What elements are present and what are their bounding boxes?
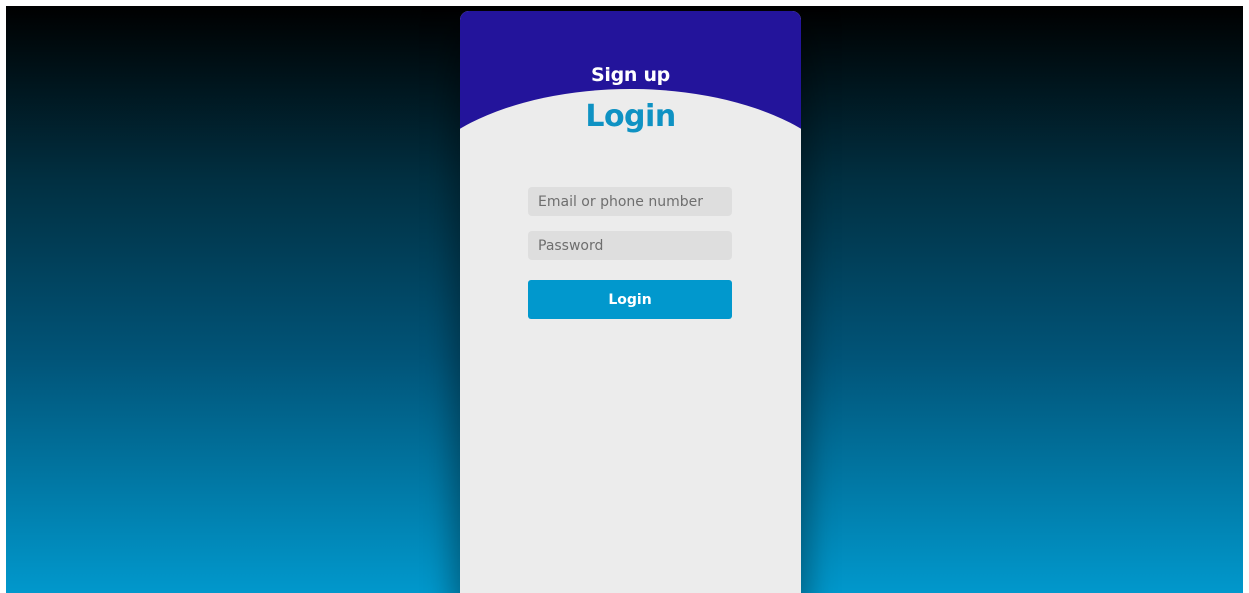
password-field[interactable]	[528, 231, 732, 260]
email-field[interactable]	[528, 187, 732, 216]
login-title[interactable]: Login	[460, 99, 801, 134]
signup-tab[interactable]: Sign up	[460, 64, 801, 86]
page-background: Sign up Login Login	[6, 6, 1243, 593]
login-button[interactable]: Login	[528, 280, 732, 319]
auth-card: Sign up Login Login	[460, 11, 801, 593]
